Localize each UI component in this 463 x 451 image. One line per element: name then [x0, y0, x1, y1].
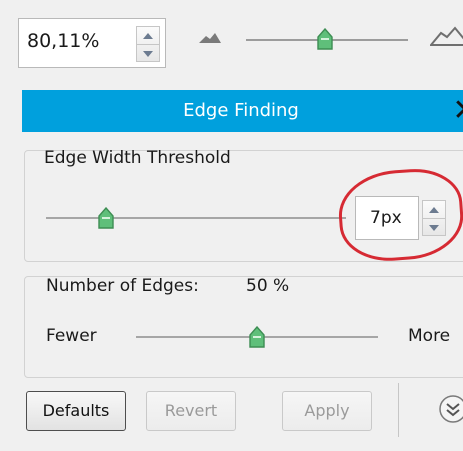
zoom-slider-thumb[interactable] — [317, 28, 334, 50]
button-divider — [398, 383, 399, 437]
number-of-edges-percent: 50 % — [246, 276, 290, 296]
fewer-label: Fewer — [46, 326, 97, 346]
zoom-down-arrow-icon[interactable] — [137, 44, 159, 62]
zoom-up-arrow-icon[interactable] — [137, 27, 159, 44]
edge-width-slider-thumb[interactable] — [98, 207, 114, 229]
revert-button[interactable]: Revert — [146, 391, 236, 431]
number-of-edges-slider-thumb[interactable] — [249, 326, 265, 348]
close-icon[interactable]: ✕ — [447, 93, 463, 129]
defaults-button[interactable]: Defaults — [26, 391, 126, 431]
zoom-spinner[interactable] — [136, 26, 160, 62]
panel-title: Edge Finding — [183, 100, 299, 121]
apply-button[interactable]: Apply — [282, 391, 372, 431]
edge-width-label: Edge Width Threshold — [44, 148, 231, 168]
double-chevron-down-icon[interactable] — [438, 394, 463, 424]
zoom-value: 80,11% — [27, 30, 100, 52]
edge-width-slider-track[interactable] — [46, 217, 346, 219]
more-label: More — [408, 326, 451, 346]
mountain-large-icon[interactable] — [430, 24, 463, 46]
number-of-edges-label: Number of Edges: — [46, 276, 199, 296]
mountain-small-icon[interactable] — [198, 30, 222, 44]
panel-header: Edge Finding ✕ — [22, 90, 463, 132]
